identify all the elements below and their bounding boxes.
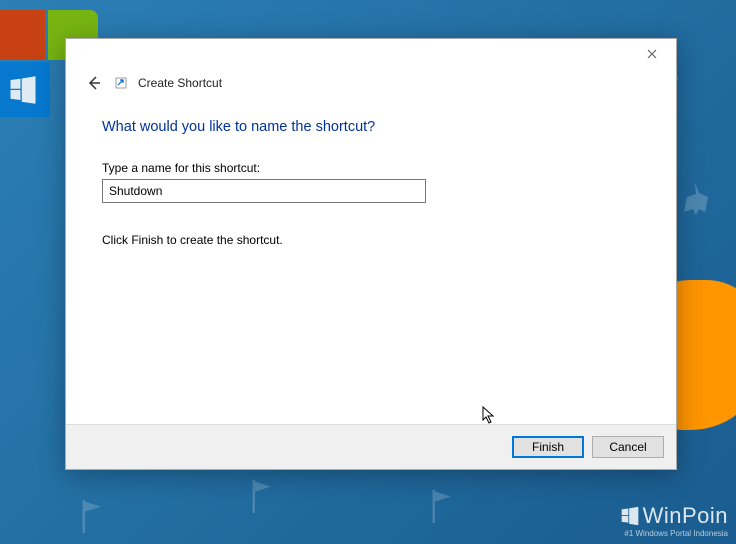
- watermark-tagline: #1 Windows Portal Indonesia: [620, 529, 728, 538]
- watermark-brand: WinPoin: [620, 503, 728, 529]
- shortcut-icon: [114, 76, 128, 90]
- dialog-titlebar: [66, 39, 676, 69]
- watermark: WinPoin #1 Windows Portal Indonesia: [620, 503, 728, 538]
- close-icon: [647, 49, 657, 59]
- wizard-header: Create Shortcut: [66, 69, 676, 103]
- back-arrow-icon: [86, 75, 102, 91]
- windows-logo-icon: [620, 506, 640, 526]
- shortcut-name-input[interactable]: [102, 179, 426, 203]
- flag-decoration: [430, 490, 455, 525]
- cancel-button[interactable]: Cancel: [592, 436, 664, 458]
- finish-button[interactable]: Finish: [512, 436, 584, 458]
- flag-decoration: [80, 500, 105, 535]
- create-shortcut-dialog: Create Shortcut What would you like to n…: [65, 38, 677, 470]
- back-button[interactable]: [84, 73, 104, 93]
- flag-decoration: [250, 480, 275, 515]
- hint-text: Click Finish to create the shortcut.: [102, 233, 640, 247]
- wizard-title: Create Shortcut: [138, 76, 222, 90]
- close-button[interactable]: [636, 42, 668, 66]
- windows-tile: [0, 62, 50, 117]
- watermark-brand-text: WinPoin: [643, 503, 728, 529]
- page-heading: What would you like to name the shortcut…: [102, 119, 640, 135]
- dialog-footer: Finish Cancel: [66, 424, 676, 469]
- office-tile: [0, 10, 45, 60]
- dialog-body: What would you like to name the shortcut…: [66, 103, 676, 424]
- input-label: Type a name for this shortcut:: [102, 161, 640, 175]
